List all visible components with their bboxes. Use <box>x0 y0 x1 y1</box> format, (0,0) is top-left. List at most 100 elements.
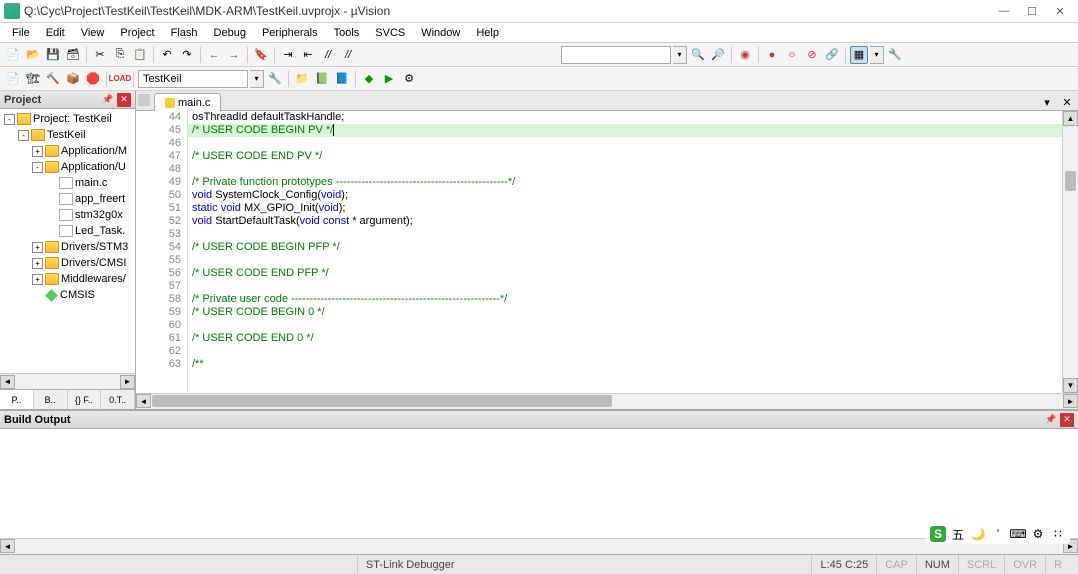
rebuild-icon[interactable]: 🔨 <box>44 70 62 88</box>
tree-toggle-icon[interactable]: + <box>32 146 43 157</box>
tree-toggle-icon[interactable]: - <box>18 130 29 141</box>
ime-settings-icon[interactable]: ⚙ <box>1030 526 1046 542</box>
file-tab-main-c[interactable]: main.c <box>154 93 221 111</box>
menu-flash[interactable]: Flash <box>163 25 206 41</box>
stop-build-icon[interactable]: 🛑 <box>84 70 102 88</box>
kill-bp-icon[interactable]: ⊘ <box>803 46 821 64</box>
menu-debug[interactable]: Debug <box>206 25 254 41</box>
find-in-files-icon[interactable]: 🔎 <box>709 46 727 64</box>
download-icon[interactable]: LOAD <box>111 70 129 88</box>
code-line[interactable]: /* USER CODE END PV */ <box>188 150 1062 163</box>
window-dropdown-icon[interactable]: ▾ <box>870 46 884 64</box>
select-packs-icon[interactable]: 📘 <box>333 70 351 88</box>
debug-icon[interactable]: ◉ <box>736 46 754 64</box>
editor-hscroll[interactable]: ◄ ► <box>136 393 1078 409</box>
tab-close-icon[interactable]: ✕ <box>1058 93 1076 111</box>
scroll-right-icon[interactable]: ► <box>1063 394 1078 408</box>
panel-tab[interactable]: B.. <box>34 390 68 409</box>
menu-file[interactable]: File <box>4 25 38 41</box>
code-line[interactable] <box>188 345 1062 358</box>
panel-tab[interactable]: {} F.. <box>68 390 102 409</box>
menu-edit[interactable]: Edit <box>38 25 73 41</box>
translate-icon[interactable]: 📄 <box>4 70 22 88</box>
pin-icon[interactable]: 📌 <box>101 93 115 107</box>
tree-group[interactable]: +Drivers/STM3 <box>0 239 135 255</box>
scroll-thumb[interactable] <box>1065 171 1076 191</box>
run-icon[interactable]: ▶ <box>380 70 398 88</box>
build-hscroll[interactable]: ◄ ► <box>0 538 1078 554</box>
redo-icon[interactable]: ↷ <box>178 46 196 64</box>
window-icon[interactable]: ▦ <box>850 46 868 64</box>
scroll-left-icon[interactable]: ◄ <box>0 375 15 389</box>
comment-icon[interactable]: // <box>319 46 337 64</box>
ime-grid-icon[interactable]: ∷ <box>1050 526 1066 542</box>
pack-installer-icon[interactable]: ◆ <box>360 70 378 88</box>
scroll-right-icon[interactable]: ► <box>120 375 135 389</box>
code-line[interactable] <box>188 319 1062 332</box>
manage-icon[interactable]: 📁 <box>293 70 311 88</box>
find-icon[interactable]: 🔍 <box>689 46 707 64</box>
code-line[interactable] <box>188 228 1062 241</box>
tree-file[interactable]: Led_Task. <box>0 223 135 239</box>
tree-group[interactable]: +Application/M <box>0 143 135 159</box>
ime-logo-icon[interactable]: S <box>930 526 946 542</box>
menu-tools[interactable]: Tools <box>326 25 368 41</box>
project-hscroll[interactable]: ◄ ► <box>0 373 135 389</box>
configure-icon[interactable]: 🔧 <box>886 46 904 64</box>
menu-project[interactable]: Project <box>112 25 162 41</box>
code-line[interactable]: void SystemClock_Config(void); <box>188 189 1062 202</box>
indent-icon[interactable]: ⇥ <box>279 46 297 64</box>
bookmark-icon[interactable]: 🔖 <box>252 46 270 64</box>
find-dropdown-icon[interactable]: ▾ <box>673 46 687 64</box>
project-tree[interactable]: -Project: TestKeil-TestKeil+Application/… <box>0 109 135 373</box>
tab-menu-icon[interactable]: ▾ <box>1038 93 1056 111</box>
cut-icon[interactable]: ✂ <box>91 46 109 64</box>
disable-bp-icon[interactable]: ○ <box>783 46 801 64</box>
target-dropdown-icon[interactable]: ▾ <box>250 70 264 88</box>
find-combo[interactable] <box>561 46 671 64</box>
scroll-thumb[interactable] <box>152 395 612 407</box>
tree-file[interactable]: main.c <box>0 175 135 191</box>
ime-keyboard-icon[interactable]: ⌨ <box>1010 526 1026 542</box>
close-panel-icon[interactable]: ✕ <box>1060 413 1074 427</box>
code-line[interactable]: /* Private user code -------------------… <box>188 293 1062 306</box>
code-line[interactable]: void StartDefaultTask(void const * argum… <box>188 215 1062 228</box>
target-combo[interactable]: TestKeil <box>138 70 248 88</box>
code-line[interactable]: /* Private function prototypes ---------… <box>188 176 1062 189</box>
tree-toggle-icon[interactable]: + <box>32 274 43 285</box>
manage-rtenv-icon[interactable]: 📗 <box>313 70 331 88</box>
tree-toggle-icon[interactable]: + <box>32 242 43 253</box>
maximize-button[interactable]: ☐ <box>1018 2 1046 20</box>
paste-icon[interactable]: 📋 <box>131 46 149 64</box>
open-icon[interactable]: 📂 <box>24 46 42 64</box>
menu-help[interactable]: Help <box>468 25 507 41</box>
build-icon[interactable]: 🏗 <box>24 70 42 88</box>
tree-group[interactable]: +Drivers/CMSI <box>0 255 135 271</box>
panel-tab[interactable]: P.. <box>0 390 34 409</box>
build-output-body[interactable] <box>0 429 1078 538</box>
simulator-icon[interactable]: ⚙ <box>400 70 418 88</box>
tree-file[interactable]: stm32g0x <box>0 207 135 223</box>
tree-group[interactable]: -Application/U <box>0 159 135 175</box>
save-all-icon[interactable]: 🗃 <box>64 46 82 64</box>
tree-group[interactable]: +Middlewares/ <box>0 271 135 287</box>
undo-icon[interactable]: ↶ <box>158 46 176 64</box>
code-line[interactable]: static void MX_GPIO_Init(void); <box>188 202 1062 215</box>
tree-toggle-icon[interactable]: + <box>32 258 43 269</box>
ime-moon-icon[interactable]: 🌙 <box>970 526 986 542</box>
menu-peripherals[interactable]: Peripherals <box>254 25 326 41</box>
ime-mode-icon[interactable]: 五 <box>950 526 966 542</box>
menu-window[interactable]: Window <box>413 25 468 41</box>
forward-icon[interactable]: → <box>225 46 243 64</box>
tree-target[interactable]: -TestKeil <box>0 127 135 143</box>
code-line[interactable]: osThreadId defaultTaskHandle; <box>188 111 1062 124</box>
scroll-left-icon[interactable]: ◄ <box>0 539 15 553</box>
code-line[interactable]: /* USER CODE BEGIN PV */ <box>188 124 1062 137</box>
ime-punct-icon[interactable]: ’ <box>990 526 1006 542</box>
scroll-left-icon[interactable]: ◄ <box>136 394 151 408</box>
tree-toggle-icon[interactable]: - <box>32 162 43 173</box>
back-icon[interactable]: ← <box>205 46 223 64</box>
save-icon[interactable]: 💾 <box>44 46 62 64</box>
panel-tab[interactable]: 0.T.. <box>101 390 135 409</box>
scroll-up-icon[interactable]: ▲ <box>1063 111 1078 126</box>
